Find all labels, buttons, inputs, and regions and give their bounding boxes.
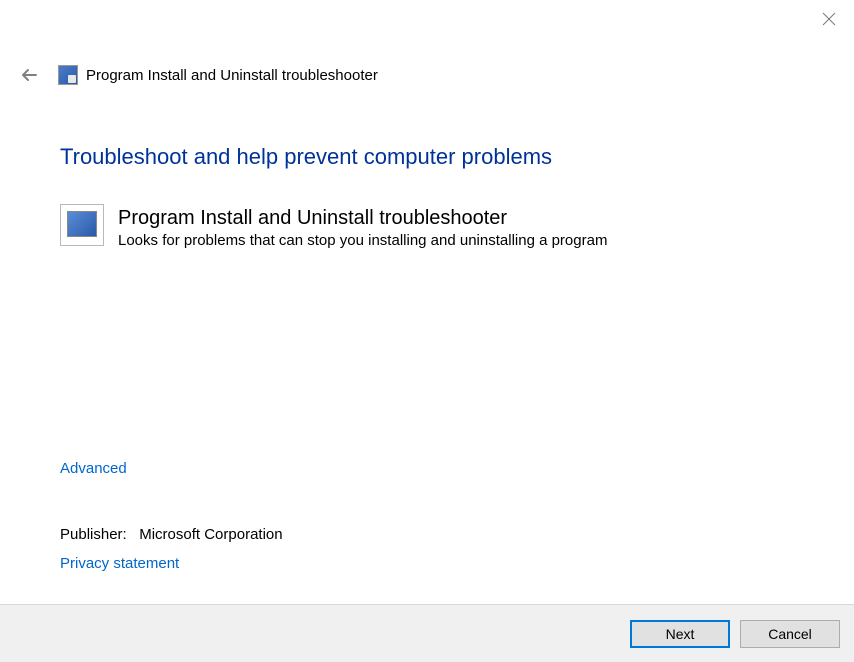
back-button[interactable] [18, 63, 42, 87]
close-button[interactable] [822, 12, 840, 30]
next-button[interactable]: Next [630, 620, 730, 648]
cancel-button[interactable]: Cancel [740, 620, 840, 648]
troubleshooter-icon [60, 204, 104, 246]
troubleshooter-name: Program Install and Uninstall troublesho… [118, 206, 607, 230]
publisher-label: Publisher: [60, 526, 127, 543]
window-title: Program Install and Uninstall troublesho… [86, 67, 378, 84]
troubleshooter-header-icon [58, 65, 78, 85]
troubleshooter-description: Looks for problems that can stop you ins… [118, 232, 607, 249]
arrow-left-icon [18, 63, 42, 87]
troubleshooter-item: Program Install and Uninstall troublesho… [60, 204, 794, 249]
advanced-link[interactable]: Advanced [60, 460, 127, 477]
privacy-statement-link[interactable]: Privacy statement [60, 555, 179, 572]
close-icon [822, 12, 836, 26]
footer: Next Cancel [0, 604, 854, 662]
publisher-value: Microsoft Corporation [139, 526, 282, 543]
page-title: Troubleshoot and help prevent computer p… [60, 144, 794, 170]
header: Program Install and Uninstall troublesho… [0, 40, 854, 90]
